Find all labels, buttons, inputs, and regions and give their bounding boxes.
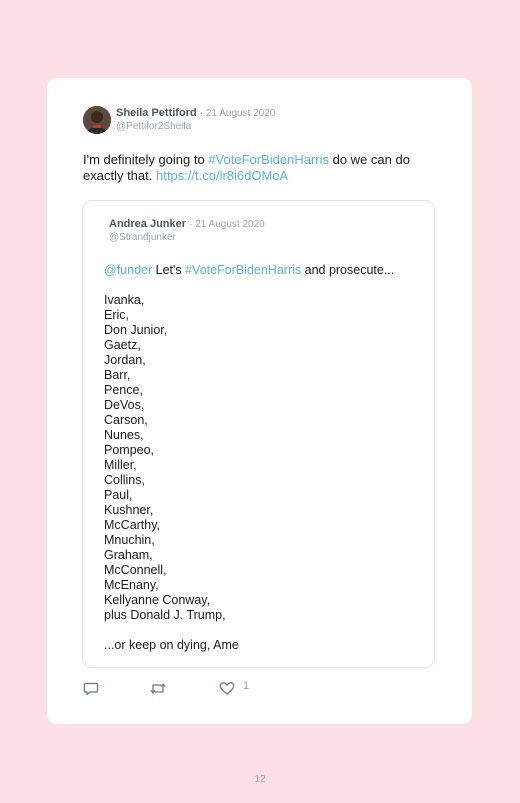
avatar[interactable] [83, 106, 111, 134]
quoted-tweet-closing: ...or keep on dying, Ame [104, 638, 239, 652]
list-item: Gaetz, [104, 338, 141, 352]
reply-icon [83, 682, 99, 695]
heart-icon [219, 681, 235, 695]
list-item: McCarthy, [104, 518, 161, 532]
tweet-date: · 21 August 2020 [199, 108, 276, 119]
quoted-text-part: and prosecute... [301, 263, 395, 277]
list-item: Ivanka, [104, 293, 145, 307]
author-handle[interactable]: @Pettifor2Sheila [116, 120, 275, 133]
list-item: Pompeo, [104, 443, 155, 457]
tweet-actions: 1 [83, 680, 283, 696]
author-name[interactable]: Sheila Pettiford [116, 107, 197, 119]
quoted-tweet-intro: @funder Let's #VoteForBidenHarris and pr… [104, 263, 424, 278]
quoted-tweet-text: @funder Let's #VoteForBidenHarris and pr… [104, 263, 424, 653]
mention-link[interactable]: @funder [104, 263, 152, 277]
quoted-author-handle[interactable]: @Strandjunker [109, 231, 265, 244]
tweet-author: Sheila Pettiford · 21 August 2020 @Petti… [116, 107, 275, 133]
list-item: Kushner, [104, 503, 154, 517]
like-button[interactable]: 1 [219, 680, 249, 696]
list-item: Collins, [104, 473, 145, 487]
reply-button[interactable] [83, 680, 99, 696]
list-item: Eric, [104, 308, 129, 322]
list-item: Jordan, [104, 353, 146, 367]
list-item: DeVos, [104, 398, 145, 412]
retweet-button[interactable] [149, 680, 167, 696]
list-item: Don Junior, [104, 323, 168, 337]
list-item: plus Donald J. Trump, [104, 608, 226, 622]
list-item: Nunes, [104, 428, 144, 442]
tweet-card: Sheila Pettiford · 21 August 2020 @Petti… [47, 78, 472, 724]
quoted-tweet[interactable]: Andrea Junker · 21 August 2020 @Strandju… [82, 200, 435, 668]
url-link[interactable]: https://t.co/lr8i6dOMoA [156, 168, 288, 183]
list-item: Mnuchin, [104, 533, 155, 547]
list-item: McConnell, [104, 563, 167, 577]
list-item: Barr, [104, 368, 131, 382]
quoted-tweet-author: Andrea Junker · 21 August 2020 @Strandju… [109, 218, 265, 244]
quoted-tweet-date: · 21 August 2020 [189, 219, 265, 230]
list-item: Kellyanne Conway, [104, 593, 211, 607]
list-item: Miller, [104, 458, 137, 472]
hashtag-link[interactable]: #VoteForBidenHarris [185, 263, 301, 277]
tweet-text: I'm definitely going to #VoteForBidenHar… [83, 152, 443, 184]
hashtag-link[interactable]: #VoteForBidenHarris [208, 152, 329, 167]
retweet-icon [150, 682, 166, 694]
list-item: Carson, [104, 413, 148, 427]
page-number: 12 [254, 774, 266, 785]
tweet-text-part: I'm definitely going to [83, 152, 209, 167]
list-item: Pence, [104, 383, 143, 397]
list-item: Paul, [104, 488, 133, 502]
quoted-text-part: Let's [152, 263, 186, 277]
list-item: Graham, [104, 548, 153, 562]
like-count: 1 [243, 680, 250, 692]
list-item: McEnany, [104, 578, 159, 592]
quoted-author-name[interactable]: Andrea Junker [109, 218, 186, 230]
